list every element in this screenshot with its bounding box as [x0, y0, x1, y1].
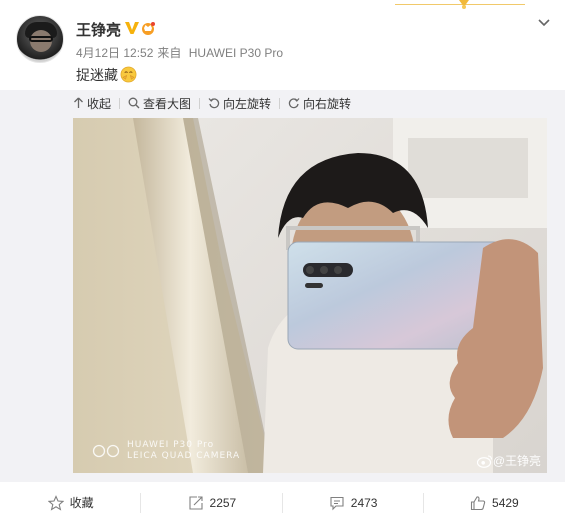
rotate-right-label: 向右旋转 — [303, 96, 352, 111]
repost-count: 2257 — [209, 495, 237, 510]
weibo-logo-icon — [476, 454, 492, 468]
favorite-label: 收藏 — [69, 496, 94, 510]
star-icon — [47, 494, 64, 511]
rotate-left-label: 向左旋转 — [223, 96, 272, 111]
media-toolbar: 收起 查看大图 向左旋转 向右旋转 — [73, 96, 352, 111]
comment-count: 2473 — [350, 495, 378, 510]
repost-button[interactable]: 2257 — [141, 482, 283, 523]
comment-button[interactable]: 2473 — [283, 482, 424, 523]
comment-icon — [330, 496, 344, 510]
decorative-ribbon — [395, 0, 525, 10]
verified-badge-icon[interactable] — [124, 20, 140, 36]
collapse-label: 收起 — [87, 96, 112, 111]
repost-icon — [188, 495, 203, 510]
ribbon-ornament-icon — [459, 0, 469, 9]
source-prefix: 来自 — [157, 46, 182, 60]
rotate-right-button[interactable]: 向右旋转 — [288, 96, 352, 111]
collapse-arrow-icon — [74, 97, 83, 108]
like-count: 5429 — [492, 495, 519, 510]
watermark-model: HUAWEI P30 Pro — [127, 440, 215, 450]
weibo-watermark-text: @王铮亮 — [492, 454, 541, 468]
view-large-button[interactable]: 查看大图 — [128, 96, 192, 111]
favorite-button[interactable]: 收藏 — [0, 482, 142, 523]
magnify-icon — [128, 97, 140, 109]
camera-lens-logo-icon — [92, 444, 120, 458]
post-date[interactable]: 4月12日 12:52 — [76, 46, 153, 60]
post-source[interactable]: HUAWEI P30 Pro — [189, 46, 283, 60]
weibo-watermark: @王铮亮 — [476, 452, 541, 469]
collapse-button[interactable]: 收起 — [73, 96, 112, 111]
selfie-photo-image — [73, 118, 547, 473]
like-button[interactable]: 5429 — [424, 482, 565, 523]
thumb-up-icon — [470, 495, 486, 510]
post-meta: 4月12日 12:52 来自 HUAWEI P30 Pro — [76, 44, 287, 61]
rotate-left-button[interactable]: 向左旋转 — [208, 96, 272, 111]
view-large-label: 查看大图 — [143, 96, 192, 111]
post-text-content: 捉迷藏 — [76, 67, 118, 83]
rotate-left-icon — [208, 98, 220, 109]
watermark-camera: LEICA QUAD CAMERA — [127, 451, 241, 461]
rotate-right-icon — [288, 98, 300, 109]
vip-crown-icon[interactable] — [140, 20, 156, 36]
avatar[interactable] — [16, 15, 64, 63]
chevron-down-icon[interactable] — [535, 14, 553, 32]
post-photo[interactable]: HUAWEI P30 Pro LEICA QUAD CAMERA @王铮亮 — [73, 118, 547, 473]
author-name[interactable]: 王铮亮 — [76, 19, 121, 40]
sneaky-face-emoji-icon — [120, 66, 137, 83]
camera-watermark: HUAWEI P30 Pro LEICA QUAD CAMERA — [91, 440, 240, 462]
post-text: 捉迷藏 — [76, 65, 137, 85]
weibo-post-card: 王铮亮 4月12日 12:52 来自 HUAWEI P30 Pro 捉迷藏 收起 — [0, 0, 565, 523]
action-bar: 收藏 2257 2473 5429 — [0, 482, 565, 523]
